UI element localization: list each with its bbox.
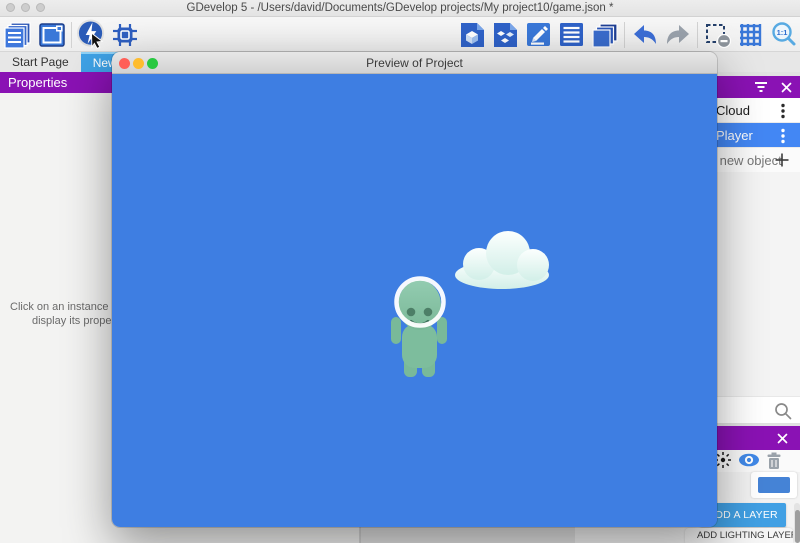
object-name-player: Player (716, 128, 753, 143)
undo-arrow-glyph (631, 21, 659, 49)
instances-stack-icon[interactable] (589, 19, 620, 50)
main-toolbar: 1:1 (0, 17, 800, 52)
add-layer-button-label: ADD A LAYER (708, 509, 778, 521)
scrollbar-track (794, 503, 800, 543)
visibility-eye-icon[interactable] (738, 451, 760, 469)
toolbar-separator (71, 22, 72, 48)
toolbar-separator (697, 22, 698, 48)
add-lighting-layer-label: ADD LIGHTING LAYER (697, 530, 793, 541)
deselect-instances-icon[interactable] (702, 19, 733, 50)
redo-arrow-glyph (664, 21, 692, 49)
zoom-1-1-icon[interactable]: 1:1 (768, 19, 799, 50)
undo-icon[interactable] (629, 19, 660, 50)
project-manager-icon[interactable] (3, 19, 34, 50)
search-icon (774, 402, 792, 420)
dashed-square-minus-glyph (704, 21, 732, 49)
kebab-menu-icon[interactable] (780, 103, 786, 119)
events-list-icon[interactable] (556, 19, 587, 50)
filter-icon[interactable] (754, 81, 768, 93)
tab-start-page-label: Start Page (12, 55, 69, 69)
bug-glyph (111, 21, 139, 49)
square-pencil-glyph (525, 21, 552, 48)
grid-glyph (737, 21, 764, 48)
layer-color-swatch (758, 477, 790, 493)
player-object (391, 279, 447, 378)
grid-icon[interactable] (735, 19, 766, 50)
window-glyph (38, 21, 66, 49)
object-groups-icon[interactable] (490, 19, 521, 50)
tab-start-page[interactable]: Start Page (0, 52, 81, 72)
document-cube-glyph (459, 21, 486, 49)
plus-icon (774, 152, 790, 168)
magnifier-glyph: 1:1 (770, 21, 798, 49)
preview-window: Preview of Project (112, 52, 717, 527)
preview-titlebar: Preview of Project (112, 52, 717, 74)
properties-panel-title: Properties (8, 75, 67, 90)
svg-text:1:1: 1:1 (776, 28, 787, 37)
trash-icon[interactable] (765, 451, 783, 470)
close-icon[interactable] (777, 433, 788, 444)
object-name-cloud: Cloud (716, 103, 750, 118)
preview-game-scene (112, 74, 717, 527)
layer-color-field[interactable] (751, 472, 797, 498)
panel-divider (360, 527, 361, 543)
cloud-object (455, 231, 549, 289)
redo-icon[interactable] (662, 19, 693, 50)
list-lines-glyph (558, 21, 585, 48)
kebab-menu-icon[interactable] (780, 128, 786, 144)
launch-preview-icon[interactable] (76, 19, 107, 50)
start-page-icon[interactable] (36, 19, 67, 50)
objects-editor-icon[interactable] (457, 19, 488, 50)
toolbar-separator (624, 22, 625, 48)
preview-play-glyph (76, 19, 107, 51)
debugger-icon[interactable] (109, 19, 140, 50)
scrollbar-thumb[interactable] (795, 510, 800, 543)
document-groups-glyph (492, 21, 519, 49)
close-icon[interactable] (781, 82, 792, 93)
gdevelop-app-window: GDevelop 5 - /Users/david/Documents/GDev… (0, 0, 800, 543)
stacked-squares-glyph (591, 21, 619, 49)
project-manager-glyph (4, 21, 34, 49)
main-titlebar: GDevelop 5 - /Users/david/Documents/GDev… (0, 0, 800, 17)
window-title: GDevelop 5 - /Users/david/Documents/GDev… (0, 2, 800, 14)
scene-properties-icon[interactable] (523, 19, 554, 50)
game-scene-canvas (112, 74, 717, 527)
preview-title: Preview of Project (112, 56, 717, 70)
add-lighting-layer-button[interactable]: ADD LIGHTING LAYER (685, 528, 793, 543)
